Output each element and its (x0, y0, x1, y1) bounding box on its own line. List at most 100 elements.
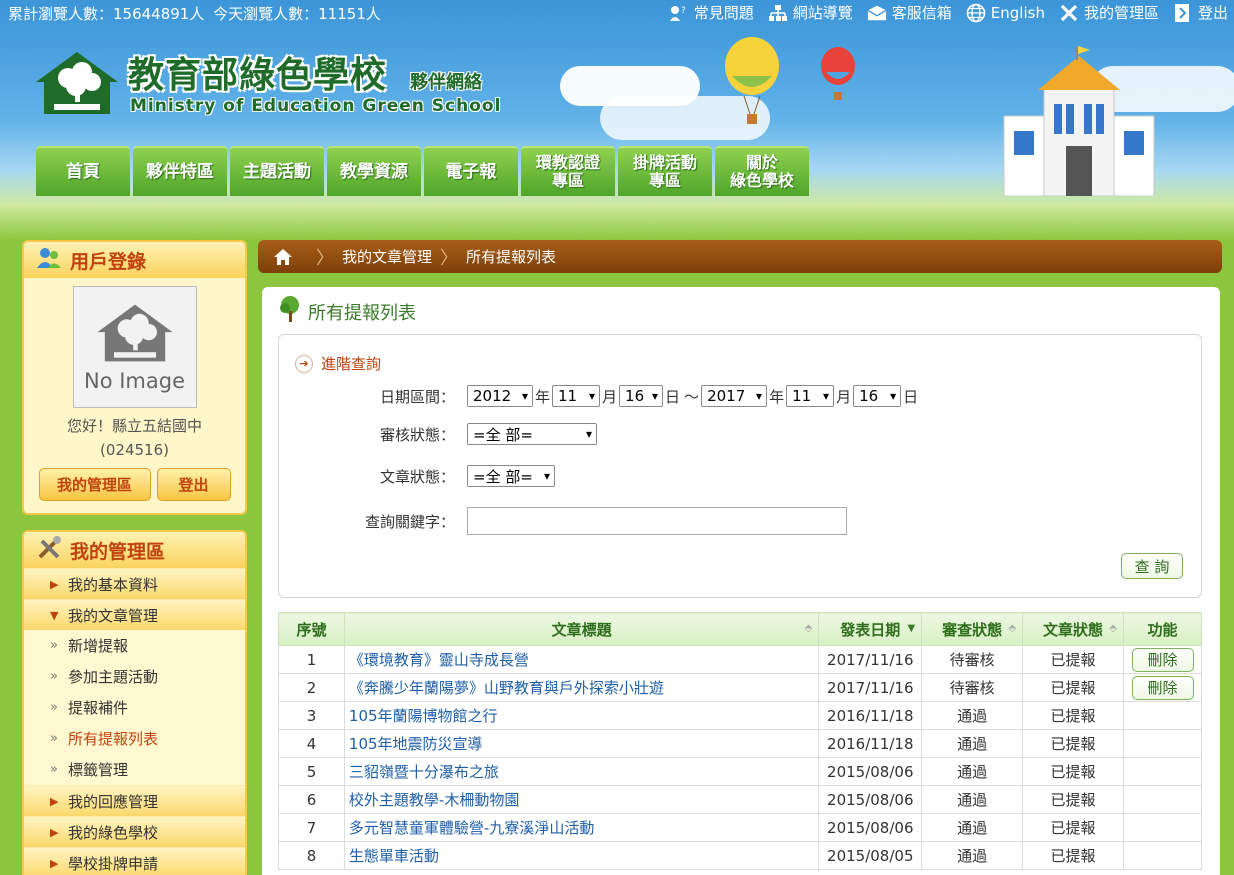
unit-day: 日 (903, 387, 919, 406)
col-header-status-text: 文章狀態 (1043, 620, 1104, 639)
to-day-select[interactable]: 16 (853, 385, 902, 407)
cell-review: 待審核 (921, 673, 1024, 702)
sort-icon: ⬘ (1109, 623, 1117, 634)
submenu-new-report[interactable]: » 新增提報 (24, 630, 245, 661)
nav-teaching-resources[interactable]: 教學資源 (327, 146, 421, 196)
menu-my-profile[interactable]: ▶ 我的基本資料 (24, 568, 245, 599)
nav-home[interactable]: 首頁 (36, 146, 130, 196)
cell-review: 通過 (921, 841, 1024, 870)
green-school-logo[interactable] (32, 48, 122, 118)
cell-title[interactable]: 《環境教育》靈山寺成長營 (343, 645, 820, 674)
col-header-no: 序號 (278, 612, 345, 646)
keyword-row: 查詢關鍵字： (279, 507, 847, 535)
menu-my-articles[interactable]: ▼ 我的文章管理 (24, 599, 245, 630)
from-month-select[interactable]: 11 (552, 385, 601, 407)
delete-button[interactable]: 刪除 (1131, 647, 1194, 672)
from-year-select[interactable]: 2012 (467, 385, 533, 407)
faq-link[interactable]: ? 常見問題 (669, 2, 754, 23)
home-icon[interactable] (258, 240, 308, 273)
to-month-select[interactable]: 11 (786, 385, 835, 407)
cell-function (1123, 785, 1202, 814)
menu-plaque-apply[interactable]: ▶ 學校掛牌申請 (24, 847, 245, 875)
english-link[interactable]: English (966, 2, 1045, 23)
col-header-status[interactable]: 文章狀態 ⬘ (1022, 612, 1124, 646)
keyword-input[interactable] (467, 507, 847, 535)
article-status-select[interactable]: =全 部= (467, 465, 555, 487)
menu-my-replies[interactable]: ▶ 我的回應管理 (24, 785, 245, 816)
cell-title[interactable]: 多元智慧童軍體驗營-九寮溪淨山活動 (343, 813, 820, 842)
cell-title[interactable]: 校外主題教學-木柵動物園 (343, 785, 820, 814)
admin-menu-header: 我的管理區 (24, 532, 245, 568)
page-title-text: 所有提報列表 (308, 302, 416, 324)
unit-month: 月 (602, 387, 618, 406)
cell-no: 6 (278, 785, 345, 814)
site-subtitle: 夥伴網絡 (410, 72, 482, 93)
double-chevron-icon: » (50, 700, 58, 715)
nav-certification-zone[interactable]: 環教認證 專區 (521, 146, 615, 196)
cell-date: 2017/11/16 (818, 673, 923, 702)
visitor-stats: 累計瀏覽人數：15644891人 今天瀏覽人數：11151人 (8, 3, 385, 24)
submenu-label: 新增提報 (68, 637, 129, 655)
review-status-select[interactable]: =全 部= (467, 423, 597, 445)
to-year-select[interactable]: 2017 (701, 385, 768, 407)
nav-about[interactable]: 關於 綠色學校 (715, 146, 809, 196)
triangle-right-icon: ▶ (50, 856, 59, 870)
submenu-tags[interactable]: » 標籤管理 (24, 754, 245, 785)
menu-my-green-school[interactable]: ▶ 我的綠色學校 (24, 816, 245, 847)
cell-status: 已提報 (1022, 785, 1124, 814)
cell-no: 4 (278, 729, 345, 758)
cell-function (1123, 813, 1202, 842)
my-admin-button[interactable]: 我的管理區 (38, 468, 151, 501)
delete-button[interactable]: 刪除 (1131, 675, 1194, 700)
unit-year: 年 (535, 387, 551, 406)
nav-plaque-activities[interactable]: 掛牌活動 專區 (618, 146, 712, 196)
mailbox-link[interactable]: 客服信箱 (867, 2, 952, 23)
green-school-logo-gray (97, 304, 172, 362)
cell-title[interactable]: 三貂嶺暨十分瀑布之旅 (343, 757, 820, 786)
nav-e-newsletter[interactable]: 電子報 (424, 146, 518, 196)
col-header-review[interactable]: 審查狀態 ⬘ (921, 612, 1024, 646)
cell-date: 2015/08/06 (818, 785, 923, 814)
sitemap-link[interactable]: 網站導覽 (768, 2, 853, 23)
keyword-label: 查詢關鍵字： (364, 512, 455, 531)
triangle-right-icon: ▶ (50, 577, 59, 591)
site-english-title: Ministry of Education Green School (130, 96, 502, 116)
col-header-date[interactable]: 發表日期 ▼ (818, 612, 923, 646)
nav-theme-activities[interactable]: 主題活動 (230, 146, 324, 196)
breadcrumb-all-reports: 所有提報列表 (466, 248, 557, 266)
breadcrumb-my-articles[interactable]: 我的文章管理 (342, 246, 432, 267)
cell-status: 已提報 (1022, 841, 1124, 870)
breadcrumb-separator: 〉 (440, 247, 459, 269)
table-row: 7 多元智慧童軍體驗營-九寮溪淨山活動 2015/08/06 通過 已提報 (278, 813, 1202, 842)
cell-title[interactable]: 《奔騰少年蘭陽夢》山野教育與戶外探索小壯遊 (343, 673, 820, 702)
cell-no: 2 (278, 673, 345, 702)
logout-link[interactable]: 登出 (1173, 2, 1228, 23)
submenu-label: 提報補件 (68, 699, 129, 717)
logout-button[interactable]: 登出 (156, 468, 231, 501)
cell-title[interactable]: 105年地震防災宣導 (343, 729, 820, 758)
table-row: 1 《環境教育》靈山寺成長營 2017/11/16 待審核 已提報 刪除 (278, 645, 1202, 674)
my-admin-link[interactable]: 我的管理區 (1059, 2, 1159, 23)
table-row: 8 生態單車活動 2015/08/05 通過 已提報 (278, 841, 1202, 870)
from-day-select[interactable]: 16 (619, 385, 664, 407)
col-header-title[interactable]: 文章標題 ⬘ (343, 612, 820, 646)
cell-title[interactable]: 生態單車活動 (343, 841, 820, 870)
site-title: 教育部綠色學校 (128, 54, 388, 96)
nav-partner-zone[interactable]: 夥伴特區 (133, 146, 227, 196)
submenu-join-theme[interactable]: » 參加主題活動 (24, 661, 245, 692)
site-header: 教育部綠色學校 夥伴網絡 Ministry of Education Green… (0, 26, 1234, 240)
query-button[interactable]: 查 詢 (1121, 553, 1183, 579)
table-row: 6 校外主題教學-木柵動物園 2015/08/06 通過 已提報 (278, 785, 1202, 814)
cell-date: 2015/08/06 (818, 813, 923, 842)
cell-status: 已提報 (1022, 645, 1124, 674)
tools-icon (36, 535, 62, 566)
tools-icon (1059, 3, 1079, 23)
cell-title[interactable]: 105年蘭陽博物館之行 (343, 701, 820, 730)
article-status-row: 文章狀態： =全 部= (279, 465, 555, 487)
cell-date: 2016/11/18 (818, 729, 923, 758)
submenu-supplement[interactable]: » 提報補件 (24, 692, 245, 723)
menu-label: 我的文章管理 (68, 606, 159, 625)
user-icon (36, 246, 62, 275)
menu-label: 我的回應管理 (68, 792, 159, 811)
submenu-all-reports[interactable]: » 所有提報列表 (24, 723, 245, 754)
